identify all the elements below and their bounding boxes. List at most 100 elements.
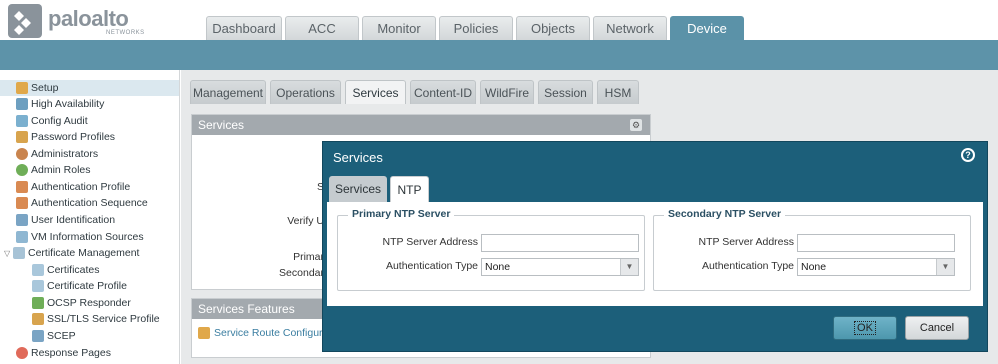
sidebar-item-label: Config Audit	[31, 115, 88, 127]
sidebar-item-certificates[interactable]: Certificates	[32, 262, 100, 278]
top-header: paloalto NETWORKS Dashboard ACC Monitor …	[0, 0, 998, 40]
sidebar: Setup High Availability Config Audit Pas…	[0, 70, 180, 364]
lock-icon	[32, 313, 44, 325]
sidebar-item-label: Response Pages	[31, 347, 111, 359]
gear-icon[interactable]: ⚙	[630, 119, 642, 131]
chevron-down-icon[interactable]: ▼	[936, 259, 954, 275]
secondary-auth-value: None	[801, 261, 827, 273]
tab-operations[interactable]: Operations	[270, 80, 341, 104]
dialog-tab-ntp[interactable]: NTP	[390, 176, 429, 202]
tab-acc[interactable]: ACC	[285, 16, 359, 40]
secondary-auth-select[interactable]: None ▼	[797, 258, 955, 276]
tab-band	[0, 40, 998, 70]
service-route-link-text: Service Route Configurat	[214, 327, 332, 339]
main-tabs: Dashboard ACC Monitor Policies Objects N…	[206, 16, 747, 40]
tab-management[interactable]: Management	[190, 80, 266, 104]
sidebar-item-administrators[interactable]: Administrators	[16, 146, 98, 162]
tab-monitor[interactable]: Monitor	[362, 16, 436, 40]
tab-device[interactable]: Device	[670, 16, 744, 40]
sidebar-item-label: OCSP Responder	[47, 297, 131, 309]
secondary-ntp-legend: Secondary NTP Server	[664, 208, 786, 220]
brand-sub: NETWORKS	[106, 30, 145, 36]
sidebar-item-admin-roles[interactable]: Admin Roles	[16, 162, 91, 178]
sidebar-item-config-audit[interactable]: Config Audit	[16, 113, 88, 129]
sidebar-item-certificate-management[interactable]: ▽ Certificate Management	[4, 245, 139, 261]
services-dialog: Services ? Services NTP Primary NTP Serv…	[322, 141, 988, 352]
sidebar-item-scep[interactable]: SCEP	[32, 328, 76, 344]
tab-policies[interactable]: Policies	[439, 16, 513, 40]
sidebar-item-authentication-profile[interactable]: Authentication Profile	[16, 179, 130, 195]
sidebar-item-label: Setup	[31, 82, 59, 94]
brand-name: paloalto	[48, 6, 129, 31]
cancel-button[interactable]: Cancel	[905, 316, 969, 340]
auth-profile-icon	[16, 181, 28, 193]
tab-services[interactable]: Services	[345, 80, 406, 104]
primary-address-label: NTP Server Address	[382, 236, 478, 248]
sidebar-item-label: SCEP	[47, 330, 76, 342]
secondary-address-label: NTP Server Address	[698, 236, 794, 248]
sub-tabs: Management Operations Services Content-I…	[190, 80, 643, 104]
primary-auth-label: Authentication Type	[385, 260, 478, 272]
sidebar-item-authentication-sequence[interactable]: Authentication Sequence	[16, 195, 148, 211]
user-id-icon	[16, 214, 28, 226]
service-route-icon	[198, 327, 210, 339]
sidebar-item-label: VM Information Sources	[31, 231, 144, 243]
roles-icon	[16, 164, 28, 176]
sidebar-item-vm-information-sources[interactable]: VM Information Sources	[16, 229, 144, 245]
tab-objects[interactable]: Objects	[516, 16, 590, 40]
sidebar-item-setup[interactable]: Setup	[0, 80, 179, 96]
sidebar-item-ssl-tls-service-profile[interactable]: SSL/TLS Service Profile	[32, 311, 160, 327]
tab-session[interactable]: Session	[538, 80, 593, 104]
cert-profile-icon	[32, 280, 44, 292]
sidebar-item-label: Admin Roles	[31, 164, 91, 176]
sidebar-item-label: SSL/TLS Service Profile	[47, 313, 160, 325]
secondary-auth-label: Authentication Type	[701, 260, 794, 272]
scep-icon	[32, 330, 44, 342]
setup-icon	[16, 82, 28, 94]
tab-content-id[interactable]: Content-ID	[410, 80, 476, 104]
chevron-down-icon[interactable]: ▽	[4, 249, 12, 258]
cert-mgmt-icon	[13, 247, 25, 259]
services-label-partial: S	[316, 181, 324, 193]
sidebar-item-certificate-profile[interactable]: Certificate Profile	[32, 278, 127, 294]
ok-button[interactable]: OK	[833, 316, 897, 340]
dialog-body: Primary NTP Server NTP Server Address Au…	[327, 202, 983, 306]
primary-ntp-legend: Primary NTP Server	[348, 208, 455, 220]
secondary-ntp-address-input[interactable]	[797, 234, 955, 252]
service-route-link[interactable]: Service Route Configurat	[198, 327, 331, 339]
tab-dashboard[interactable]: Dashboard	[206, 16, 282, 40]
tab-hsm[interactable]: HSM	[597, 80, 639, 104]
primary-auth-select[interactable]: None ▼	[481, 258, 639, 276]
admin-icon	[16, 148, 28, 160]
secondary-ntp-group: Secondary NTP Server NTP Server Address …	[653, 208, 971, 291]
sidebar-item-label: Certificates	[47, 264, 100, 276]
tab-network[interactable]: Network	[593, 16, 667, 40]
secondary-label-partial: Secondar	[279, 267, 324, 279]
sidebar-item-label: High Availability	[31, 98, 105, 110]
dialog-tab-services[interactable]: Services	[329, 176, 387, 202]
response-icon	[16, 347, 28, 359]
certificate-icon	[32, 264, 44, 276]
tab-wildfire[interactable]: WildFire	[480, 80, 534, 104]
sidebar-item-user-identification[interactable]: User Identification	[16, 212, 115, 228]
vm-icon	[16, 231, 28, 243]
sidebar-item-label: Administrators	[31, 148, 99, 160]
dialog-title: Services	[333, 150, 383, 165]
sidebar-item-high-availability[interactable]: High Availability	[16, 96, 104, 112]
ha-icon	[16, 98, 28, 110]
ocsp-icon	[32, 297, 44, 309]
chevron-down-icon[interactable]: ▼	[620, 259, 638, 275]
auth-sequence-icon	[16, 197, 28, 209]
sidebar-item-label: Authentication Sequence	[31, 197, 148, 209]
sidebar-item-password-profiles[interactable]: Password Profiles	[16, 129, 115, 145]
primary-auth-value: None	[485, 261, 511, 273]
sidebar-item-ocsp-responder[interactable]: OCSP Responder	[32, 295, 131, 311]
sidebar-item-response-pages[interactable]: Response Pages	[16, 345, 111, 361]
primary-ntp-address-input[interactable]	[481, 234, 639, 252]
primary-label-partial: Primar	[293, 251, 324, 263]
sidebar-item-label: Certificate Profile	[47, 280, 127, 292]
sidebar-item-label: User Identification	[31, 214, 116, 226]
sidebar-item-label: Authentication Profile	[31, 181, 131, 193]
help-icon[interactable]: ?	[961, 148, 975, 162]
verify-label-partial: Verify U	[287, 215, 324, 227]
